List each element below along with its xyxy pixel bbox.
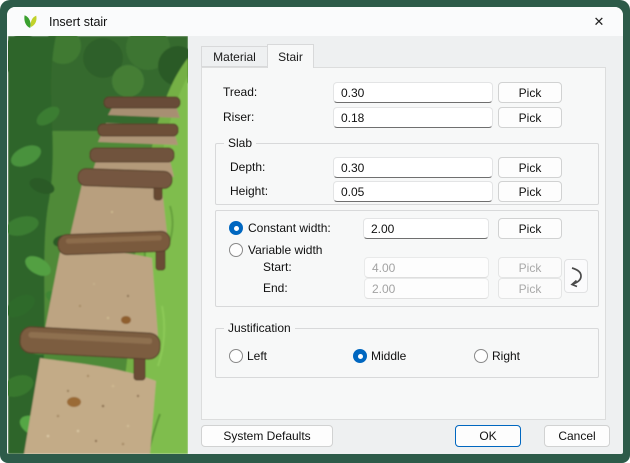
constant-width-pick-button[interactable]: Pick	[498, 218, 562, 239]
variable-width-radio[interactable]	[229, 243, 243, 257]
justification-row: Left Middle Right	[202, 346, 605, 367]
swap-arrow-icon	[570, 267, 582, 288]
depth-input[interactable]	[333, 157, 493, 178]
dialog: Insert stair ✕ Material Stair Tread: 0.3…	[7, 7, 623, 454]
window-title: Insert stair	[49, 14, 108, 29]
constant-width-radio[interactable]	[229, 221, 243, 235]
title-bar: Insert stair ✕	[7, 7, 623, 36]
tab-stair[interactable]: Stair	[267, 44, 314, 68]
stair-preview-photo	[8, 36, 188, 454]
depth-pick-button[interactable]: Pick	[498, 157, 562, 178]
tab-stair-label: Stair	[278, 49, 303, 64]
ok-button[interactable]: OK	[455, 425, 521, 447]
constant-width-input[interactable]	[363, 218, 489, 239]
justification-right-label[interactable]: Right	[492, 346, 520, 367]
justification-group-title: Justification	[224, 321, 295, 335]
insert-stair-window: Insert stair ✕ Material Stair Tread: 0.3…	[0, 0, 630, 463]
end-input	[364, 278, 489, 299]
tread-label: Tread:	[223, 85, 258, 99]
tab-material-label: Material	[213, 49, 256, 64]
justification-middle-label[interactable]: Middle	[371, 346, 406, 367]
start-row: Start: Pick	[202, 257, 605, 278]
tab-material[interactable]: Material	[201, 46, 267, 67]
justification-right-radio[interactable]	[474, 349, 488, 363]
height-row: Height: Pick	[202, 181, 605, 202]
start-pick-button: Pick	[498, 257, 562, 278]
leaf-app-icon	[24, 15, 37, 28]
swap-start-end-button[interactable]	[564, 259, 588, 293]
riser-row: Riser: Pick	[202, 107, 605, 128]
height-pick-button[interactable]: Pick	[498, 181, 562, 202]
stair-tab-panel: Tread: Pick Riser: Pick Slab Depth: Pick…	[201, 67, 606, 420]
depth-row: Depth: Pick	[202, 157, 605, 178]
end-row: End: Pick	[202, 278, 605, 299]
justification-left-radio[interactable]	[229, 349, 243, 363]
riser-input[interactable]	[333, 107, 493, 128]
constant-width-label[interactable]: Constant width:	[248, 218, 331, 239]
cancel-button[interactable]: Cancel	[544, 425, 610, 447]
start-input	[364, 257, 489, 278]
height-input[interactable]	[333, 181, 493, 202]
end-label: End:	[263, 281, 288, 295]
start-label: Start:	[263, 260, 292, 274]
slab-group-title: Slab	[224, 136, 257, 150]
tread-input[interactable]	[333, 82, 493, 103]
riser-label: Riser:	[223, 110, 255, 124]
system-defaults-button[interactable]: System Defaults	[201, 425, 333, 447]
end-pick-button: Pick	[498, 278, 562, 299]
riser-pick-button[interactable]: Pick	[498, 107, 562, 128]
depth-label: Depth:	[230, 160, 266, 174]
justification-middle-radio[interactable]	[353, 349, 367, 363]
height-label: Height:	[230, 184, 269, 198]
tread-row: Tread: Pick	[202, 82, 605, 103]
tread-pick-button[interactable]: Pick	[498, 82, 562, 103]
constant-width-row: Constant width: Pick	[202, 218, 605, 239]
justification-left-label[interactable]: Left	[247, 346, 267, 367]
close-button[interactable]: ✕	[583, 10, 615, 33]
